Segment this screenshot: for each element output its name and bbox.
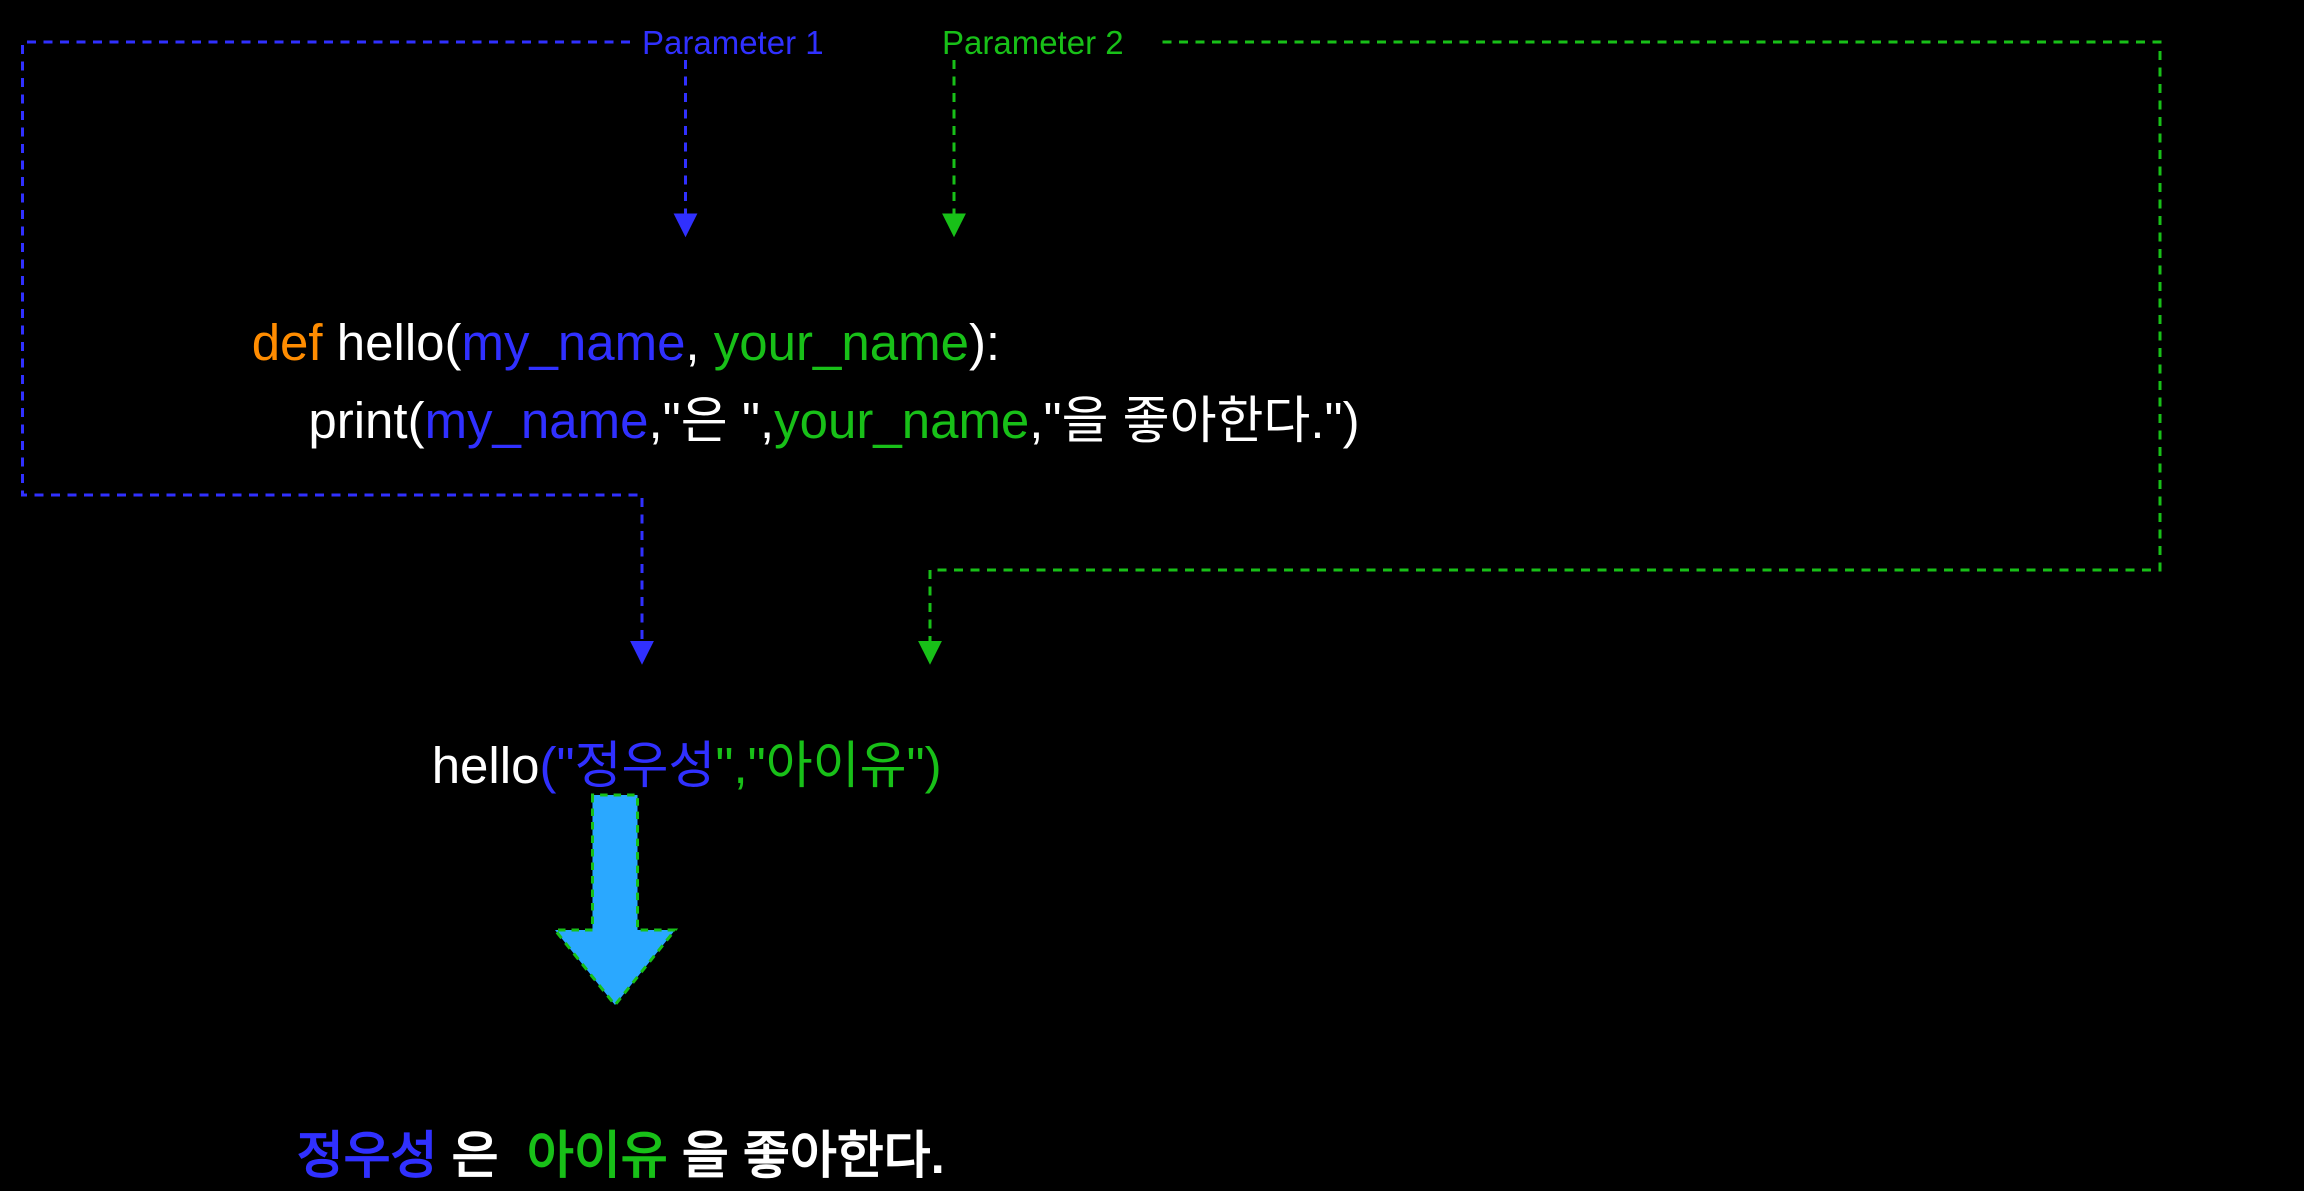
output-arg1: 정우성 xyxy=(297,1128,438,1185)
body-param1: my_name xyxy=(425,393,649,450)
call-fn: hello xyxy=(432,738,540,795)
print-open: print( xyxy=(252,393,425,450)
label-parameter-2: Parameter 2 xyxy=(942,27,1124,60)
output-t2: 은 xyxy=(437,1128,526,1185)
output-line: 정우성 은 아이유 을 좋아한다. xyxy=(240,1080,945,1191)
body-tail: ,"을 좋아한다.") xyxy=(1029,393,1359,450)
body-mid: ,"은 ", xyxy=(648,393,774,450)
call-arg1: 정우성 xyxy=(575,738,716,795)
arrows-overlay xyxy=(0,0,2304,1191)
output-t4: 을 좋아한다. xyxy=(668,1128,945,1185)
label-parameter-1: Parameter 1 xyxy=(642,27,824,60)
body-param2: your_name xyxy=(774,393,1029,450)
call-line: hello("정우성","아이유") xyxy=(375,690,942,843)
code-line-2: print(my_name,"은 ",your_name,"을 좋아한다.") xyxy=(195,345,1360,498)
diagram-canvas: Parameter 1 Parameter 2 def hello(my_nam… xyxy=(0,0,2304,1191)
call-arg2: 아이유 xyxy=(766,738,907,795)
call-lp: (" xyxy=(539,738,574,795)
output-arg2: 아이유 xyxy=(527,1128,668,1185)
call-rp: ") xyxy=(906,738,941,795)
call-mid: "," xyxy=(715,738,765,795)
